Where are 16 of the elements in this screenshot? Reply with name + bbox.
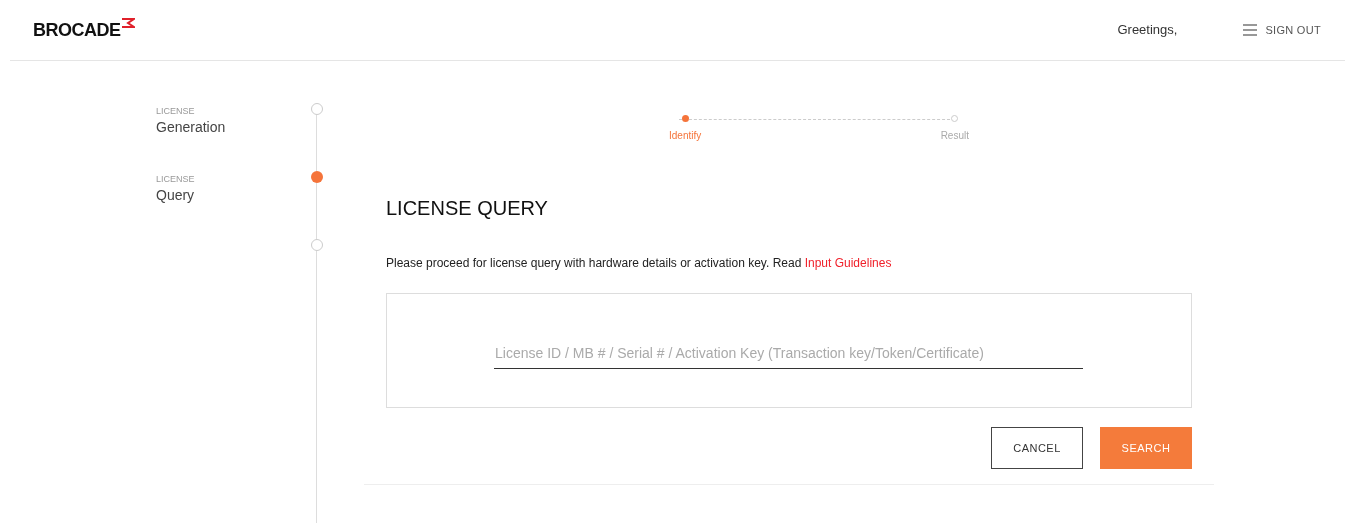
logo-mark-icon [120, 17, 135, 28]
logo-text: BROCADE [33, 18, 121, 42]
greeting-text: Greetings, [1117, 21, 1178, 40]
sidebar-item[interactable]: Query [156, 185, 195, 206]
cancel-button[interactable]: CANCEL [991, 427, 1083, 469]
sign-out-link[interactable]: SIGN OUT [1265, 21, 1321, 39]
search-field[interactable]: License ID / MB # / Serial # / Activation Key (Transaction key/Token/Certificate) [494, 337, 1083, 369]
step-label: Result [940, 129, 969, 143]
menu-icon[interactable] [1243, 24, 1258, 36]
instructions-text: Please proceed for license query with hardware details or activation key. Read Input Guidelines [386, 255, 893, 272]
step-label: Identify [669, 129, 702, 143]
page-title: LICENSE QUERY [386, 196, 549, 221]
section-caption: LICENSE [156, 173, 195, 186]
sidebar-item[interactable]: Generation [156, 117, 226, 138]
section-caption: LICENSE [156, 105, 195, 118]
guidelines-link[interactable]: Input Guidelines [804, 256, 892, 270]
